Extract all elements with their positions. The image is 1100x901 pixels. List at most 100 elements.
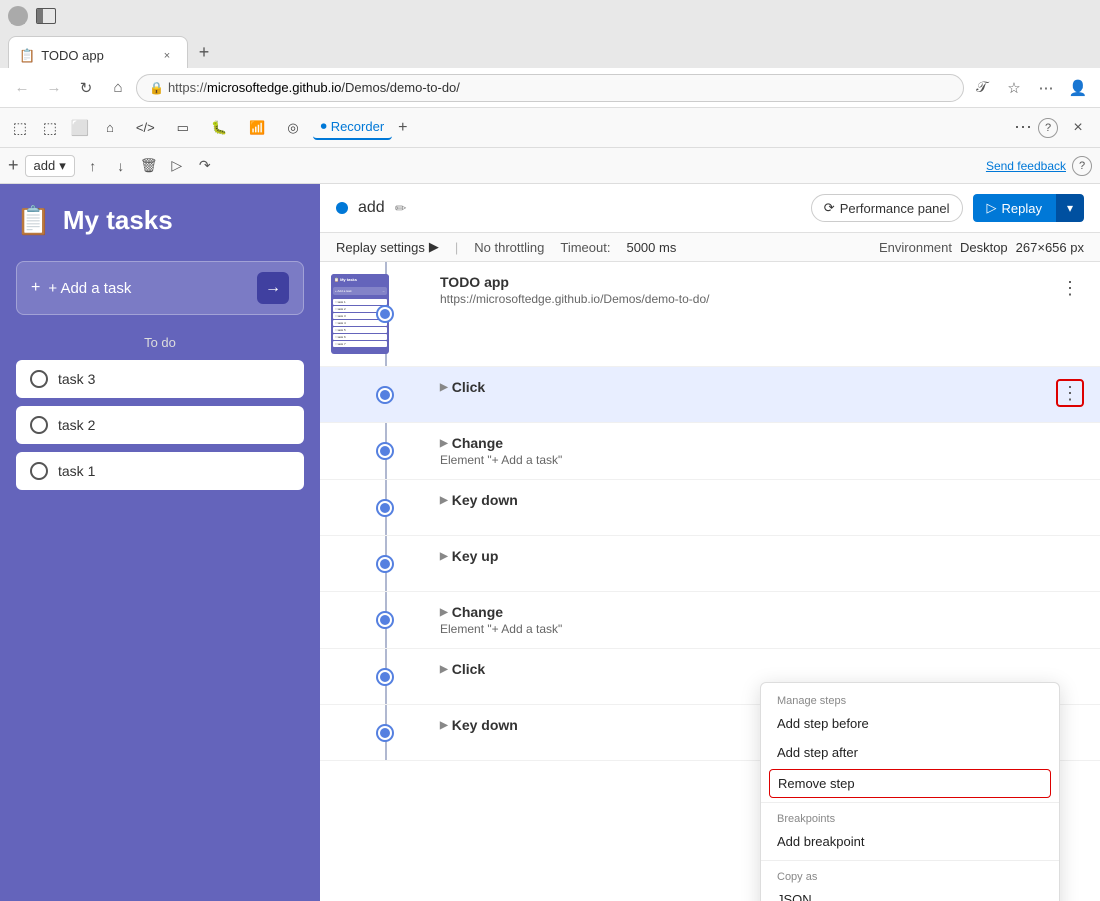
step-click-more-button[interactable]: ⋮ — [1056, 379, 1084, 407]
devtools-tab-network[interactable]: 🐛 — [203, 116, 235, 140]
remove-step-item[interactable]: Remove step — [769, 769, 1051, 798]
devtools-tab-memory[interactable]: ◎ — [279, 116, 306, 140]
recorder-select[interactable]: add ▾ — [25, 155, 75, 177]
step-click-body: ▶ Click — [400, 379, 1056, 395]
manage-steps-label: Manage steps — [761, 689, 1059, 709]
recorder-help-button[interactable]: ? — [1072, 156, 1092, 176]
step-keydown1-body: ▶ Key down — [400, 492, 1084, 508]
recording-edit-icon[interactable]: ✏ — [395, 200, 407, 217]
devtools-tab-recorder[interactable]: ⏺ Recorder — [313, 115, 392, 140]
sidebar-header: 📋 My tasks — [16, 204, 304, 237]
performance-panel-button[interactable]: ⟳ Performance panel — [811, 194, 963, 222]
back-button[interactable]: ← — [8, 74, 36, 102]
more-icon[interactable]: ⋯ — [1032, 74, 1060, 102]
url-path: /Demos/demo-to-do/ — [341, 80, 460, 95]
replay-settings-link[interactable]: Replay settings ▶ — [336, 239, 439, 255]
step-click-dot — [378, 388, 392, 402]
recorder-move-down-icon[interactable]: ↓ — [109, 154, 133, 178]
devtools-tab-elements[interactable]: ⌂ — [98, 116, 122, 139]
task-3-checkbox[interactable] — [30, 370, 48, 388]
task-2-label: task 2 — [58, 417, 95, 433]
devtools-close-drawer-icon[interactable]: ⬜ — [68, 116, 92, 140]
breakpoints-label: Breakpoints — [761, 807, 1059, 827]
add-step-before-item[interactable]: Add step before — [761, 709, 1059, 738]
replay-dropdown-button[interactable]: ▾ — [1056, 194, 1084, 222]
avatar[interactable] — [8, 6, 28, 26]
step-change1-title: ▶ Change — [440, 435, 1084, 451]
devtools-tab-sources[interactable]: ▭ — [169, 116, 197, 140]
recorder-play-icon[interactable]: ▷ — [165, 154, 189, 178]
perf-panel-label: Performance panel — [840, 201, 950, 216]
add-task-input[interactable]: + + Add a task → — [16, 261, 304, 315]
devtools-select-icon[interactable]: ⬚ — [8, 116, 32, 140]
recording-name: add — [358, 199, 385, 217]
step-click-arrow: ▶ — [440, 382, 448, 393]
step-change2-title: ▶ Change — [440, 604, 1084, 620]
task-1-checkbox[interactable] — [30, 462, 48, 480]
nav-right-icons: 𝒯 ☆ ⋯ 👤 — [968, 74, 1092, 102]
copy-as-json-item[interactable]: JSON — [761, 885, 1059, 901]
recorder-panel: add ✏ ⟳ Performance panel ▷ Replay ▾ Rep… — [320, 184, 1100, 901]
tab-close-button[interactable]: × — [159, 48, 175, 64]
step-keyup1-dot — [378, 557, 392, 571]
recorder-icons: ↑ ↓ 🗑 ▷ ↷ — [81, 154, 217, 178]
replay-play-icon: ▷ — [987, 200, 997, 216]
devtools-close-button[interactable]: × — [1064, 114, 1092, 142]
replay-settings-label: Replay settings — [336, 240, 425, 255]
devtools-tab-console[interactable]: </> — [128, 116, 163, 139]
step-change2-desc: Element "+ Add a task" — [440, 622, 1084, 636]
sidebar-toggle-icon[interactable] — [36, 8, 56, 24]
task-3-label: task 3 — [58, 371, 95, 387]
replay-button[interactable]: ▷ Replay — [973, 194, 1056, 222]
task-item-1[interactable]: task 1 — [16, 452, 304, 490]
forward-button[interactable]: → — [40, 74, 68, 102]
devtools-more-button[interactable]: ⋯ — [1014, 117, 1032, 138]
step-change2-body: ▶ Change Element "+ Add a task" — [400, 604, 1084, 636]
add-task-arrow-icon: → — [257, 272, 289, 304]
step-keydown1-dot — [378, 501, 392, 515]
favorites-icon[interactable]: ☆ — [1000, 74, 1028, 102]
step-change1-desc: Element "+ Add a task" — [440, 453, 1084, 467]
title-bar — [0, 0, 1100, 32]
recorder-delete-icon[interactable]: 🗑 — [137, 154, 161, 178]
account-icon[interactable]: 👤 — [1064, 74, 1092, 102]
throttling-label: No throttling — [474, 240, 544, 255]
step-keydown2-dot — [378, 726, 392, 740]
step-keydown1-title: ▶ Key down — [440, 492, 1084, 508]
recorder-add-button[interactable]: + — [8, 155, 19, 176]
translate-icon[interactable]: 𝒯 — [968, 74, 996, 102]
recorder-redo-icon[interactable]: ↷ — [193, 154, 217, 178]
step-keyup1-body: ▶ Key up — [400, 548, 1084, 564]
recorder-select-arrow: ▾ — [59, 158, 66, 174]
reload-button[interactable]: ↻ — [72, 74, 100, 102]
address-bar[interactable]: 🔒 https://microsoftedge.github.io/Demos/… — [136, 74, 964, 102]
devtools-tab-performance[interactable]: 📶 — [241, 116, 273, 140]
add-breakpoint-item[interactable]: Add breakpoint — [761, 827, 1059, 856]
url-scheme: https:// — [168, 80, 207, 95]
settings-row: Replay settings ▶ | No throttling Timeou… — [320, 233, 1100, 262]
step-change2-dot — [378, 613, 392, 627]
devtools-device-icon[interactable]: ⬚ — [38, 116, 62, 140]
devtools-bar: ⬚ ⬚ ⬜ ⌂ </> ▭ 🐛 📶 ◎ ⏺ Recorder + ⋯ ? × — [0, 108, 1100, 148]
recorder-move-up-icon[interactable]: ↑ — [81, 154, 105, 178]
step-navigate-title: TODO app — [440, 274, 1056, 290]
task-item-3[interactable]: task 3 — [16, 360, 304, 398]
step-navigate-more-button[interactable]: ⋮ — [1056, 274, 1084, 302]
task-item-2[interactable]: task 2 — [16, 406, 304, 444]
devtools-help-button[interactable]: ? — [1038, 118, 1058, 138]
send-feedback-link[interactable]: Send feedback — [986, 159, 1066, 173]
context-menu: Manage steps Add step before Add step af… — [760, 682, 1060, 901]
new-tab-button[interactable]: + — [188, 36, 220, 68]
tab-todo-app[interactable]: 📋 TODO app × — [8, 36, 188, 68]
home-button[interactable]: ⌂ — [104, 74, 132, 102]
add-step-after-item[interactable]: Add step after — [761, 738, 1059, 767]
recorder-bar: + add ▾ ↑ ↓ 🗑 ▷ ↷ Send feedback ? — [0, 148, 1100, 184]
step-change1-body: ▶ Change Element "+ Add a task" — [400, 435, 1084, 467]
step-keyup1-title: ▶ Key up — [440, 548, 1084, 564]
task-2-checkbox[interactable] — [30, 416, 48, 434]
url-host: microsoftedge.github.io — [207, 80, 341, 95]
sidebar-logo-icon: 📋 — [16, 204, 51, 237]
devtools-add-tab-button[interactable]: + — [398, 119, 407, 137]
recorder-tab-icon: ⏺ — [321, 119, 327, 134]
settings-right: Environment Desktop 267×656 px — [879, 240, 1084, 255]
